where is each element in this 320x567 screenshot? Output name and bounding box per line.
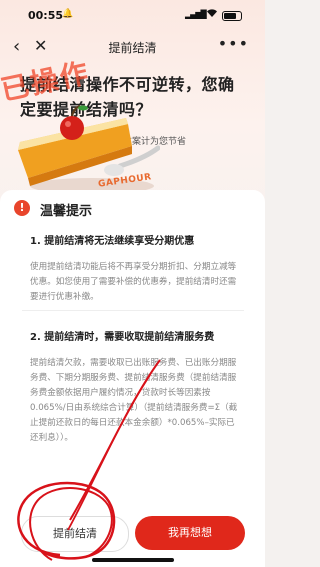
more-icon[interactable]: •••: [218, 34, 249, 53]
warning-icon: !: [14, 200, 30, 216]
tip-section-2-body: 提前结清欠款，需要收取已出账服务费、已出账分期服务费、下期分期服务费、提前结清服…: [30, 358, 238, 443]
divider: [22, 310, 244, 311]
signal-icon: ▂▄▆█: [185, 10, 207, 19]
tip-section-2-title: 2. 提前结清时，需要收取提前结清服务费: [30, 332, 215, 343]
bell-icon: 🔔: [62, 9, 74, 19]
wifi-icon: [206, 8, 218, 21]
navigation-bar: ‹ ✕ 提前结清 •••: [0, 34, 265, 60]
settle-early-button[interactable]: 提前结清: [21, 516, 129, 552]
status-time: 00:55: [28, 9, 64, 22]
status-bar: 00:55 🔔 ▂▄▆█: [0, 0, 265, 30]
reconsider-button[interactable]: 我再想想: [135, 516, 245, 550]
tip-section-1-body: 使用提前结清功能后将不再享受分期折扣、分期立减等优惠。如您使用了需要补偿的优惠券…: [30, 262, 237, 302]
tip-section-1-title: 1. 提前结清将无法继续享受分期优惠: [30, 236, 195, 247]
home-indicator: [92, 558, 174, 562]
battery-icon: [222, 11, 242, 21]
tips-title: 温馨提示: [40, 204, 93, 219]
